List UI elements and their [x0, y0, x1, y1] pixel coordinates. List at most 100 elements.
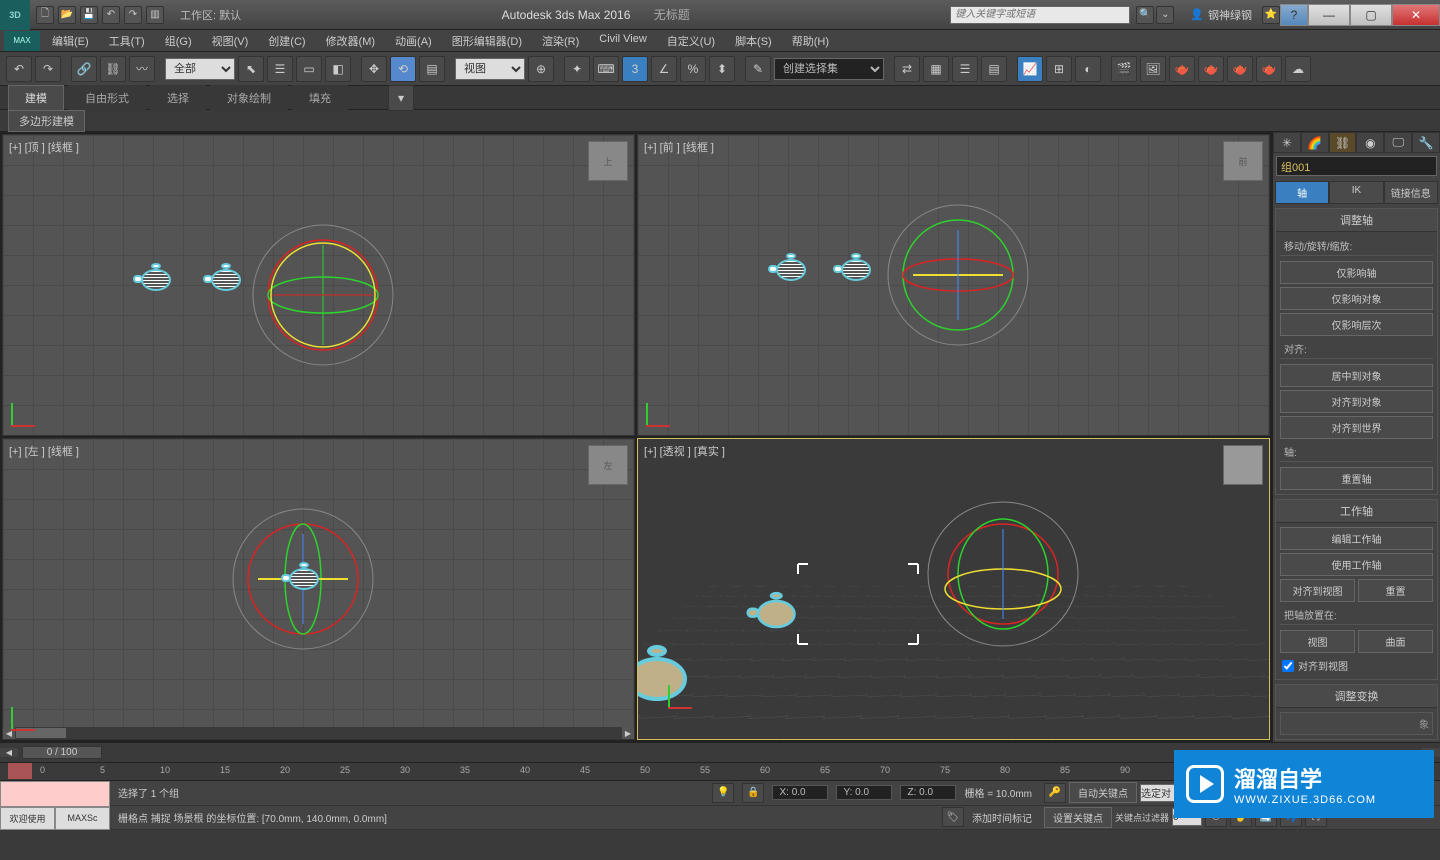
render-online-icon[interactable]: 🫖: [1256, 56, 1282, 82]
hierarchy-tab-icon[interactable]: ⛓: [1329, 132, 1357, 153]
align-to-view-checkbox[interactable]: 对齐到视图: [1280, 656, 1433, 675]
viewport-perspective[interactable]: [+] [透视 ] [真实 ]: [637, 438, 1270, 740]
viewport-front-label[interactable]: [+] [前 ] [线框 ]: [644, 139, 714, 155]
open-icon[interactable]: 📂: [58, 6, 76, 24]
display-tab-icon[interactable]: 🖵: [1384, 132, 1412, 153]
hierarchy-subtab-2[interactable]: 链接信息: [1384, 181, 1438, 204]
align-icon[interactable]: ▦: [923, 56, 949, 82]
ribbon-tab-2[interactable]: 选择: [150, 85, 206, 111]
motion-tab-icon[interactable]: ◉: [1356, 132, 1384, 153]
set-key-button[interactable]: 设置关键点: [1044, 807, 1112, 828]
menu-Civil View[interactable]: Civil View: [589, 30, 656, 52]
save-icon[interactable]: 💾: [80, 6, 98, 24]
affect-pivot-only-button[interactable]: 仅影响轴: [1280, 261, 1433, 284]
redo-icon[interactable]: ↷: [124, 6, 142, 24]
add-time-tag[interactable]: 添加时间标记: [972, 810, 1032, 825]
render-activeshade-icon[interactable]: 🫖: [1227, 56, 1253, 82]
align-to-object-button[interactable]: 对齐到对象: [1280, 390, 1433, 413]
manipulate-icon[interactable]: ✦: [564, 56, 590, 82]
script-mini-listener[interactable]: [0, 781, 110, 807]
user-account[interactable]: 👤 钢神绿钢: [1190, 7, 1252, 23]
menu-脚本(S)[interactable]: 脚本(S): [725, 30, 782, 52]
scale-icon[interactable]: ▤: [419, 56, 445, 82]
app-logo-icon[interactable]: 3D: [0, 0, 30, 30]
use-working-pivot-button[interactable]: 使用工作轴: [1280, 553, 1433, 576]
ref-coord-select[interactable]: 视图: [455, 58, 525, 80]
modify-tab-icon[interactable]: 🌈: [1301, 132, 1329, 153]
affect-hierarchy-only-button[interactable]: 仅影响层次: [1280, 313, 1433, 336]
hierarchy-subtab-1[interactable]: IK: [1329, 181, 1383, 204]
named-selection-select[interactable]: 创建选择集: [774, 58, 884, 80]
lock-selection-icon[interactable]: 💡: [712, 783, 734, 803]
align-to-view-button[interactable]: 对齐到视图: [1280, 579, 1355, 602]
menu-创建(C)[interactable]: 创建(C): [258, 30, 315, 52]
mirror-icon[interactable]: ⇄: [894, 56, 920, 82]
ribbon-minimize-icon[interactable]: ▾: [388, 85, 414, 111]
menu-帮助(H)[interactable]: 帮助(H): [782, 30, 839, 52]
ribbon-tab-0[interactable]: 建模: [8, 85, 64, 111]
rotate-icon[interactable]: ⟲: [390, 56, 416, 82]
percent-snap-icon[interactable]: %: [680, 56, 706, 82]
minimize-button[interactable]: ―: [1308, 4, 1350, 26]
viewcube-icon[interactable]: 上: [588, 141, 628, 181]
pivot-center-icon[interactable]: ⊕: [528, 56, 554, 82]
y-coord-field[interactable]: Y: 0.0: [836, 785, 892, 800]
create-tab-icon[interactable]: ✳: [1273, 132, 1301, 153]
maxscript-label[interactable]: MAXSc: [55, 807, 110, 831]
menu-组(G)[interactable]: 组(G): [155, 30, 202, 52]
curve-editor-icon[interactable]: 📈: [1017, 56, 1043, 82]
key-mode-icon[interactable]: 🔑: [1044, 783, 1066, 803]
viewport-left[interactable]: [+] [左 ] [线框 ] 左 ◀ ▶: [2, 438, 635, 740]
viewport-left-label[interactable]: [+] [左 ] [线框 ]: [9, 443, 79, 459]
menu-图形编辑器(D)[interactable]: 图形编辑器(D): [442, 30, 532, 52]
viewcube-icon[interactable]: [1223, 445, 1263, 485]
reset-button[interactable]: 重置: [1358, 579, 1433, 602]
z-coord-field[interactable]: Z: 0.0: [900, 785, 956, 800]
select-region-icon[interactable]: ▭: [296, 56, 322, 82]
poly-modeling-button[interactable]: 多边形建模: [8, 110, 85, 132]
ribbon-tab-1[interactable]: 自由形式: [68, 85, 146, 111]
key-filter-label[interactable]: 关键点过滤器: [1115, 811, 1169, 824]
infocenter-icon[interactable]: 🔍: [1136, 6, 1154, 24]
select-object-icon[interactable]: ⬉: [238, 56, 264, 82]
align-to-world-button[interactable]: 对齐到世界: [1280, 416, 1433, 439]
affect-object-only-button[interactable]: 仅影响对象: [1280, 287, 1433, 310]
help-search-input[interactable]: [950, 6, 1130, 24]
window-crossing-icon[interactable]: ◧: [325, 56, 351, 82]
render-frame-icon[interactable]: 🖼: [1140, 56, 1166, 82]
viewport-scrollbar[interactable]: ◀ ▶: [3, 727, 634, 739]
render-production-icon[interactable]: 🫖: [1169, 56, 1195, 82]
layer-manager-icon[interactable]: ☰: [952, 56, 978, 82]
reset-pivot-button[interactable]: 重置轴: [1280, 467, 1433, 490]
place-surface-button[interactable]: 曲面: [1358, 630, 1433, 653]
hierarchy-subtab-0[interactable]: 轴: [1275, 181, 1329, 204]
material-editor-icon[interactable]: ◐: [1075, 56, 1101, 82]
rollout-header[interactable]: 工作轴: [1276, 500, 1437, 523]
maximize-button[interactable]: ▢: [1350, 4, 1392, 26]
undo-icon[interactable]: ↶: [102, 6, 120, 24]
object-name-field[interactable]: 组001: [1276, 156, 1437, 176]
rollout-header[interactable]: 调整轴: [1276, 209, 1437, 232]
viewport-front[interactable]: [+] [前 ] [线框 ] 前: [637, 134, 1270, 436]
project-icon[interactable]: ▥: [146, 6, 164, 24]
center-to-object-button[interactable]: 居中到对象: [1280, 364, 1433, 387]
viewport-persp-label[interactable]: [+] [透视 ] [真实 ]: [644, 443, 725, 459]
scroll-left-icon[interactable]: ◀: [0, 748, 18, 757]
edit-working-pivot-button[interactable]: 编辑工作轴: [1280, 527, 1433, 550]
ribbon-tab-4[interactable]: 填充: [292, 85, 348, 111]
menu-自定义(U)[interactable]: 自定义(U): [657, 30, 725, 52]
unlink-icon[interactable]: ⛓: [100, 56, 126, 82]
undo-button[interactable]: ↶: [6, 56, 32, 82]
edit-named-sel-icon[interactable]: ✎: [745, 56, 771, 82]
viewcube-icon[interactable]: 左: [588, 445, 628, 485]
viewcube-icon[interactable]: 前: [1223, 141, 1263, 181]
move-icon[interactable]: ✥: [361, 56, 387, 82]
redo-button[interactable]: ↷: [35, 56, 61, 82]
link-icon[interactable]: 🔗: [71, 56, 97, 82]
render-iterative-icon[interactable]: 🫖: [1198, 56, 1224, 82]
menu-视图(V)[interactable]: 视图(V): [202, 30, 259, 52]
help-button[interactable]: ?: [1280, 4, 1308, 26]
menu-渲染(R)[interactable]: 渲染(R): [532, 30, 589, 52]
app-menu-icon[interactable]: MAX: [4, 31, 40, 51]
render-setup-icon[interactable]: 🎬: [1111, 56, 1137, 82]
